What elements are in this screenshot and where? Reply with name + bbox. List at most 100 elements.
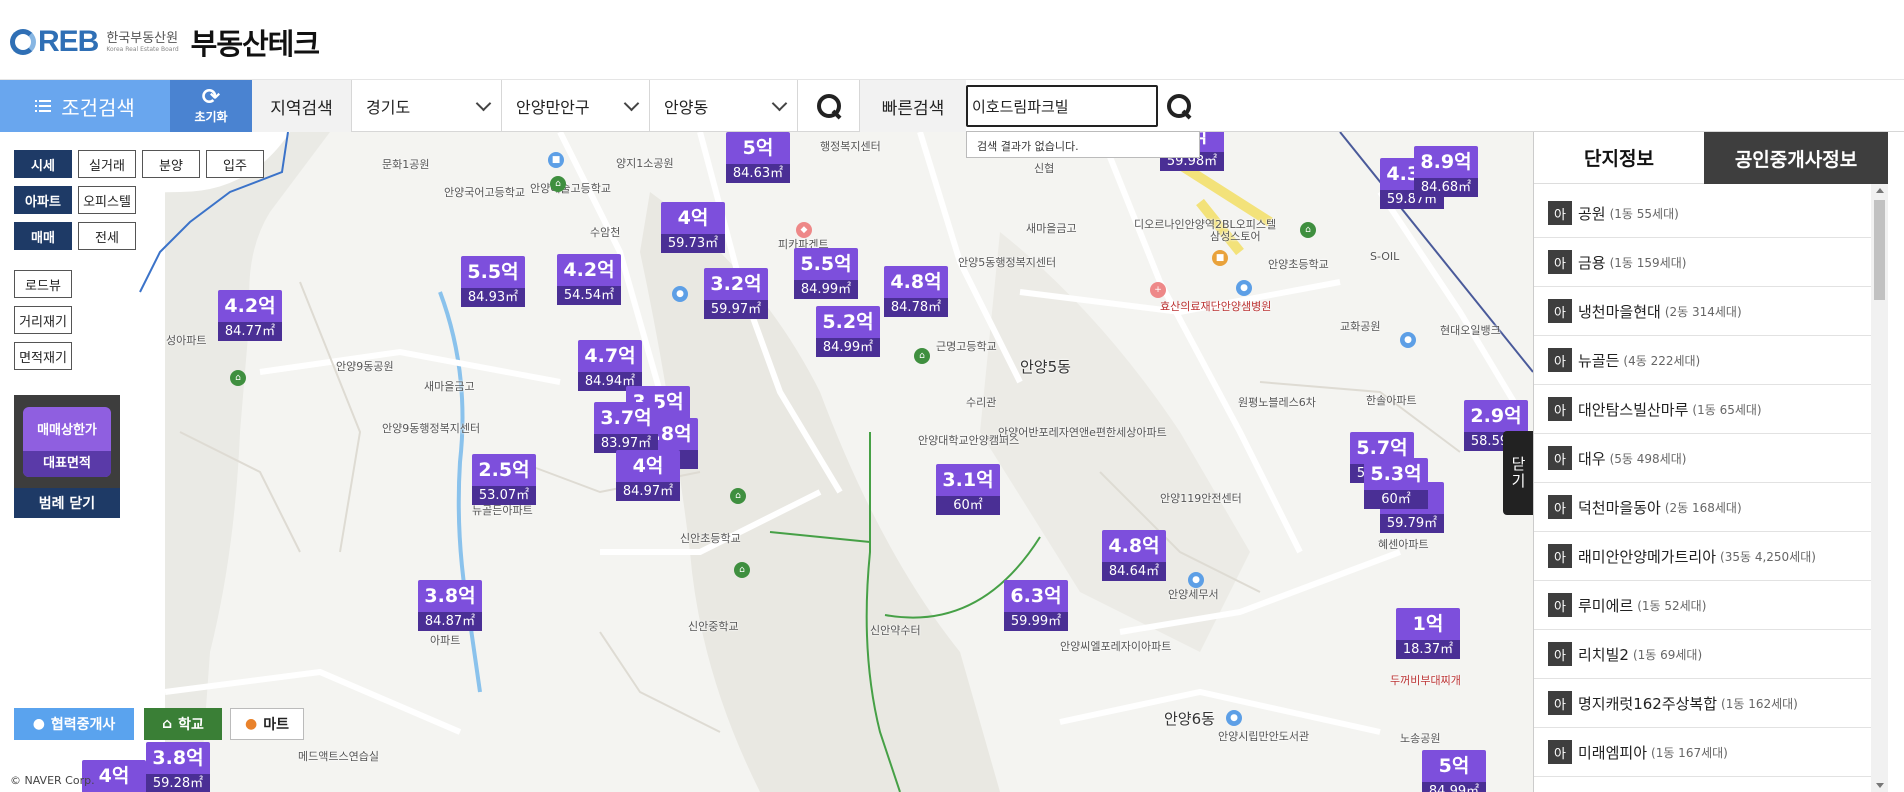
marker-price: 3.7억 (594, 402, 658, 434)
dong-select[interactable]: 안양동 (650, 80, 798, 132)
list-item[interactable]: 아 덕천마을동아 (2동 168세대) (1534, 483, 1871, 532)
measure-area-button[interactable]: 면적재기 (14, 342, 72, 370)
map[interactable]: 문화1공원 안양국어고등학교 안양예술고등학교 양지1소공원 수암천 행정복지센… (0, 132, 1533, 792)
price-marker[interactable]: 3.8억 84.87㎡ (418, 580, 482, 631)
map-label: 양지1소공원 (616, 157, 674, 170)
mart-layer-button[interactable]: ● 마트 (230, 708, 304, 740)
price-marker[interactable]: 8.9억 84.68㎡ (1414, 146, 1478, 197)
filter-jeonse[interactable]: 전세 (78, 222, 136, 250)
price-marker[interactable]: 3.7억 83.97㎡ (594, 402, 658, 453)
price-marker[interactable]: 4.8억 84.78㎡ (884, 266, 948, 317)
price-marker[interactable]: 4.2억 54.54㎡ (557, 254, 621, 305)
list-scrollbar[interactable] (1871, 184, 1888, 792)
filter-move-in[interactable]: 입주 (206, 150, 264, 178)
price-marker[interactable]: 5.5억 84.99㎡ (794, 248, 858, 299)
roadview-button[interactable]: 로드뷰 (14, 270, 72, 298)
list-item[interactable]: 아 공원 (1동 55세대) (1534, 189, 1871, 238)
marker-price: 4.8억 (1102, 530, 1166, 562)
logo[interactable]: REB 한국부동산원 Korea Real Estate Board 부동산테크 (10, 22, 320, 62)
tab-agent-info[interactable]: 공인중개사정보 (1704, 132, 1888, 184)
list-item[interactable]: 아 금용 (1동 159세대) (1534, 238, 1871, 287)
marker-price: 4.2억 (218, 290, 282, 322)
price-marker[interactable]: 5억 84.63㎡ (726, 132, 790, 183)
apartment-badge: 아 (1548, 397, 1572, 421)
marker-area: 84.78㎡ (884, 298, 948, 317)
price-marker[interactable]: 4.8억 84.64㎡ (1102, 530, 1166, 581)
price-marker[interactable]: 5억 84.99㎡ (1422, 750, 1486, 792)
price-marker[interactable]: 4억 84.97㎡ (616, 450, 680, 501)
filter-presale[interactable]: 분양 (142, 150, 200, 178)
price-marker[interactable]: 1억 18.37㎡ (1396, 608, 1460, 659)
list-item[interactable]: 아 대안탐스빌산마루 (1동 65세대) (1534, 385, 1871, 434)
marker-price: 4억 (616, 450, 680, 482)
list-item[interactable]: 아 리치빌2 (1동 69세대) (1534, 630, 1871, 679)
list-item[interactable]: 아 대우 (5동 498세대) (1534, 434, 1871, 483)
filter-market-price[interactable]: 시세 (14, 150, 72, 178)
price-marker[interactable]: 6.3억 59.99㎡ (1004, 580, 1068, 631)
marker-price: 5.5억 (461, 256, 525, 288)
list-item[interactable]: 아 루미에르 (1동 52세대) (1534, 581, 1871, 630)
panel-close-button[interactable]: 닫기 (1503, 431, 1533, 515)
city-select[interactable]: 안양만안구 (502, 80, 650, 132)
complex-name: 대안탐스빌산마루 (1578, 400, 1689, 419)
refresh-icon: ⟳ (201, 84, 221, 110)
legend-close-button[interactable]: 범례 닫기 (14, 488, 120, 518)
marker-area: 84.63㎡ (726, 164, 790, 183)
list-item[interactable]: 아 미래엠피아 (1동 167세대) (1534, 728, 1871, 777)
map-label: 신안약수터 (870, 624, 921, 637)
quick-search-button[interactable] (1158, 80, 1200, 132)
price-marker[interactable]: 5.5억 84.93㎡ (461, 256, 525, 307)
apartment-badge: 아 (1548, 593, 1572, 617)
reset-button[interactable]: ⟳ 초기화 (170, 80, 252, 132)
school-layer-button[interactable]: ⌂ 학교 (144, 708, 222, 740)
region-search-button[interactable] (798, 80, 860, 132)
province-select[interactable]: 경기도 (352, 80, 502, 132)
map-label: 두꺼비부대찌개 (1390, 674, 1461, 687)
price-marker[interactable]: 4억 59.73㎡ (661, 202, 725, 253)
map-poi-icon: ⌂ (550, 176, 566, 192)
scrollbar-thumb[interactable] (1874, 200, 1885, 300)
map-label: 안양국어고등학교 (444, 186, 525, 199)
price-marker[interactable]: 3.1억 60㎡ (936, 464, 1000, 515)
condition-search-button[interactable]: 조건검색 (0, 80, 170, 132)
price-marker[interactable]: 4.2억 84.77㎡ (218, 290, 282, 341)
list-item[interactable]: 아 뉴골든 (4동 222세대) (1534, 336, 1871, 385)
marker-area: 84.87㎡ (418, 612, 482, 631)
measure-distance-button[interactable]: 거리재기 (14, 306, 72, 334)
map-label: 안양119안전센터 (1160, 492, 1242, 505)
price-marker[interactable]: 4.7억 84.94㎡ (578, 340, 642, 391)
map-label: 신협 (1034, 162, 1055, 175)
complex-info: (1동 159세대) (1609, 255, 1687, 270)
filter-sale[interactable]: 매매 (14, 222, 72, 250)
map-poi-icon: ● (1188, 572, 1204, 588)
list-item[interactable]: 아 냉천마을현대 (2동 314세대) (1534, 287, 1871, 336)
map-poi-icon: ⌂ (914, 348, 930, 364)
list-item[interactable]: 아 명지캐럿162주상복합 (1동 162세대) (1534, 679, 1871, 728)
complex-info: (1동 65세대) (1692, 402, 1762, 417)
filter-apartment[interactable]: 아파트 (14, 186, 72, 214)
map-poi-icon: ⌂ (230, 370, 246, 386)
price-marker[interactable]: 2.5억 53.07㎡ (472, 454, 536, 505)
filter-actual-transaction[interactable]: 실거래 (78, 150, 136, 178)
quick-search-input[interactable] (966, 85, 1158, 127)
price-marker[interactable]: 3.2억 59.97㎡ (704, 268, 768, 319)
map-label: 성아파트 (166, 334, 207, 347)
complex-list: 아 공원 (1동 55세대) 아 금용 (1동 159세대) 아 냉천마을현대 (2동 31… (1534, 189, 1871, 789)
map-label: 수리관 (966, 396, 997, 409)
price-marker[interactable]: 5.2억 84.99㎡ (816, 306, 880, 357)
scroll-up-icon[interactable] (1876, 188, 1884, 193)
org-name: 한국부동산원 Korea Real Estate Board (106, 32, 178, 53)
partner-agent-button[interactable]: ● 협력중개사 (14, 708, 134, 740)
marker-area: 54.54㎡ (557, 286, 621, 305)
complex-name: 덕천마을동아 (1578, 498, 1661, 517)
apartment-badge: 아 (1548, 201, 1572, 225)
list-item[interactable]: 아 래미안안양메가트리아 (35동 4,250세대) (1534, 532, 1871, 581)
filter-officetel[interactable]: 오피스텔 (78, 186, 136, 214)
map-poi-icon: ● (672, 286, 688, 302)
tab-complex-info[interactable]: 단지정보 (1534, 132, 1704, 184)
scroll-down-icon[interactable] (1876, 783, 1884, 788)
price-marker[interactable]: 3.8억 59.28㎡ (146, 742, 210, 792)
price-marker[interactable]: 5.3억 60㎡ (1364, 458, 1428, 509)
mart-label: 마트 (263, 717, 289, 733)
marker-area: 59.79㎡ (1380, 514, 1444, 533)
